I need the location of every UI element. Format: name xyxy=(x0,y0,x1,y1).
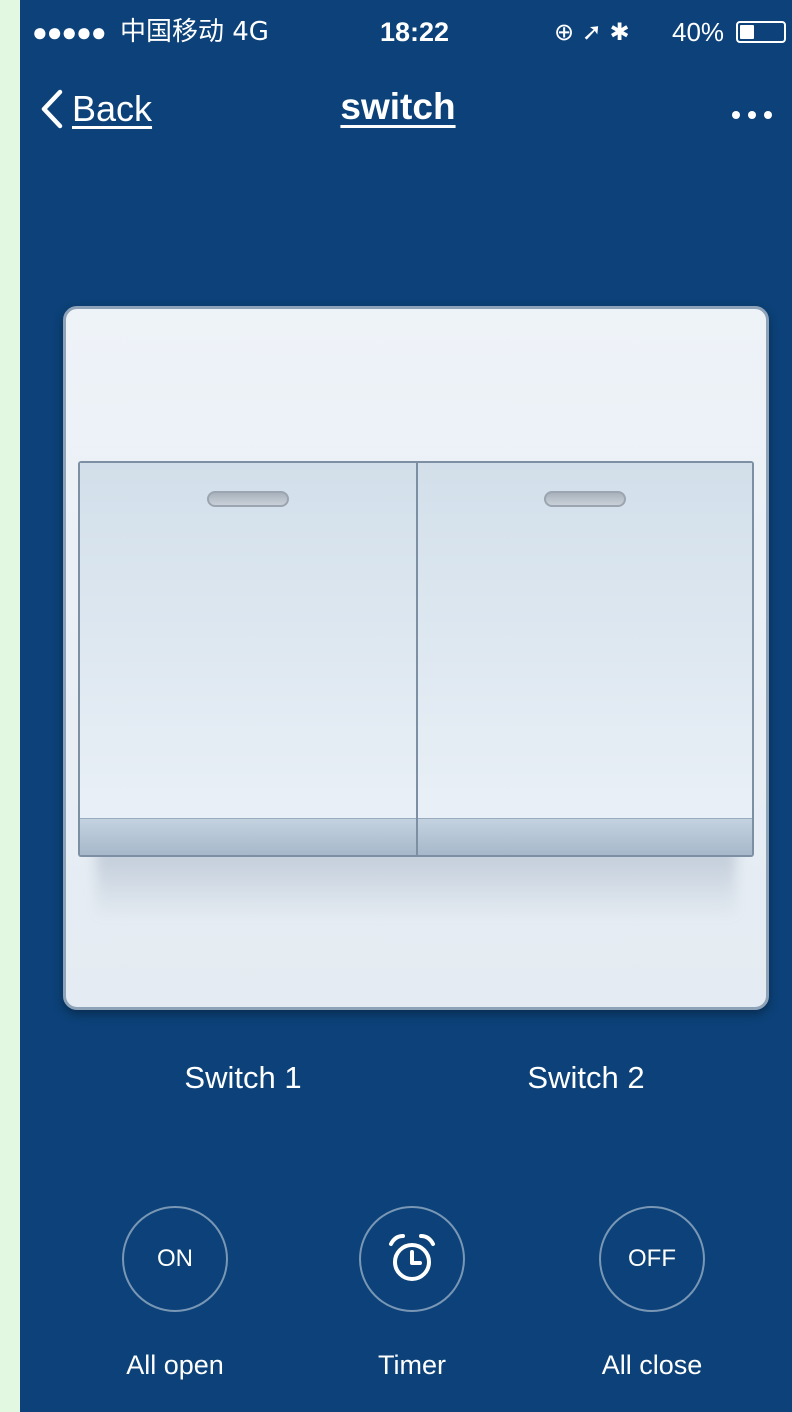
all-open-label: All open xyxy=(126,1350,224,1380)
battery-percent: 40% xyxy=(672,17,725,47)
dot xyxy=(764,111,772,119)
switch-plate xyxy=(63,306,769,1010)
signal-strength-icon: ●●●●● xyxy=(32,17,107,47)
all-open-button[interactable]: ON All open xyxy=(75,1206,275,1381)
rocker-shadow xyxy=(96,849,736,919)
status-icons: ⊕ ➚ ✱ xyxy=(554,18,630,46)
back-label: Back xyxy=(72,88,153,129)
dot xyxy=(748,111,756,119)
battery-fill xyxy=(740,25,755,39)
off-icon: OFF xyxy=(599,1206,705,1312)
alarm-clock-icon xyxy=(389,1234,435,1281)
battery-icon xyxy=(736,21,786,43)
switch-2-label: Switch 2 xyxy=(527,1060,645,1095)
all-close-label: All close xyxy=(601,1350,703,1380)
status-time: 18:22 xyxy=(380,17,450,47)
page-title: switch xyxy=(340,86,456,127)
dot xyxy=(732,111,740,119)
back-button[interactable]: Back xyxy=(36,84,152,134)
rocker-edge xyxy=(80,818,416,855)
indicator-light-icon xyxy=(207,491,289,507)
rocker-edge xyxy=(418,818,752,855)
rocker-frame xyxy=(78,461,754,857)
chevron-left-icon xyxy=(41,89,63,129)
switch-1-label: Switch 1 xyxy=(184,1060,302,1095)
all-close-button[interactable]: OFF All close xyxy=(552,1206,752,1381)
switch-2-rocker[interactable] xyxy=(418,463,752,855)
switch-1-rocker[interactable] xyxy=(80,463,416,855)
app-screen: ●●●●● 中国移动 4G 18:22 ⊕ ➚ ✱ 40% Back switc… xyxy=(20,0,792,1412)
timer-label: Timer xyxy=(378,1350,446,1380)
carrier-label: 中国移动 4G xyxy=(120,17,269,47)
timer-circle xyxy=(359,1206,465,1312)
status-bar: ●●●●● 中国移动 4G 18:22 ⊕ ➚ ✱ 40% xyxy=(20,0,792,66)
more-dots-icon[interactable] xyxy=(732,100,792,130)
on-icon: ON xyxy=(122,1206,228,1312)
timer-button[interactable]: Timer xyxy=(312,1206,512,1381)
indicator-light-icon xyxy=(544,491,626,507)
